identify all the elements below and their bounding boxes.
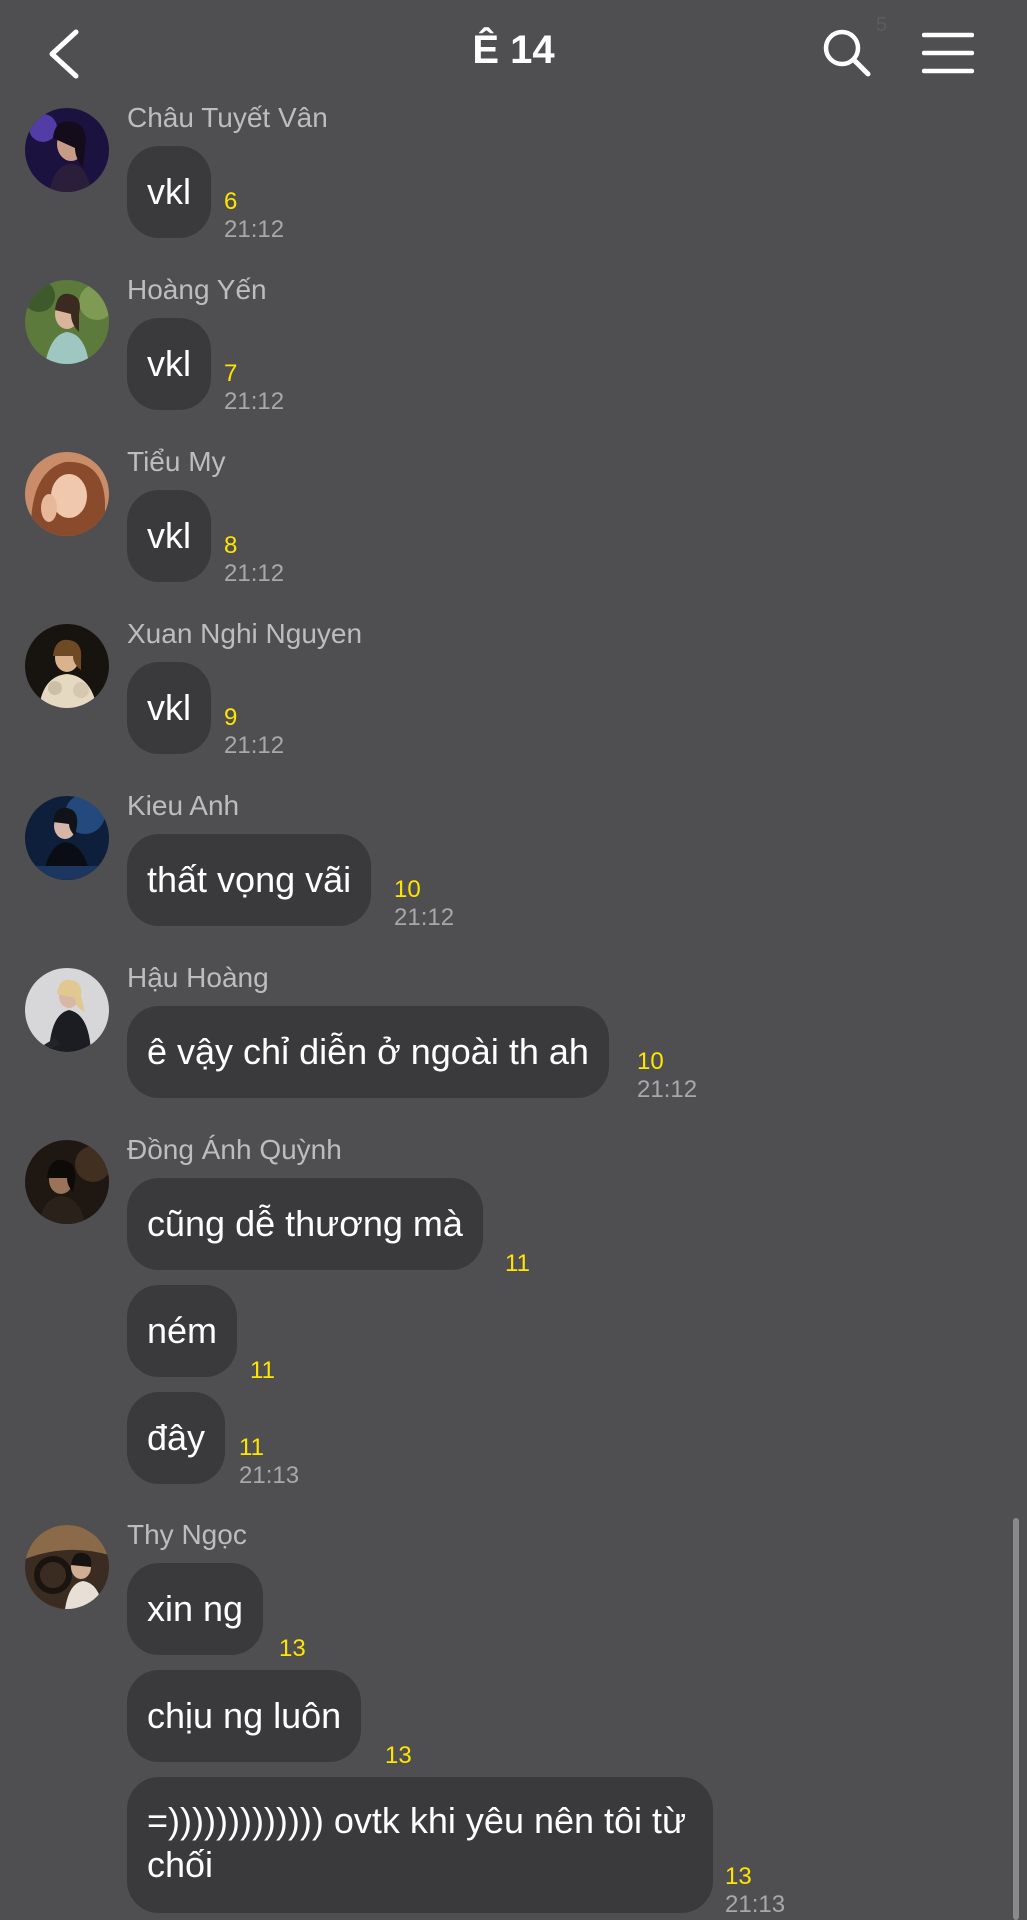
read-count: 11 — [250, 1357, 275, 1384]
header-overlap-text: 5 — [875, 14, 887, 36]
search-icon — [823, 29, 871, 77]
sender-name: Hoàng Yến — [127, 274, 267, 305]
avatar-photo — [25, 796, 109, 880]
message-bubble[interactable]: =))))))))))))) ovtk khi yêu nên tôi từ c… — [127, 1777, 713, 1913]
message-bubble[interactable]: vkl — [127, 318, 211, 410]
message-bubble[interactable]: vkl — [127, 146, 211, 238]
message-time: 21:12 — [224, 560, 285, 587]
back-button[interactable] — [44, 24, 104, 84]
sender-name: Kieu Anh — [127, 790, 240, 821]
avatar[interactable] — [25, 968, 109, 1052]
sender-name: Tiểu My — [127, 446, 226, 477]
avatar[interactable] — [25, 1525, 109, 1609]
read-count: 10 — [637, 1048, 664, 1075]
read-count: 13 — [385, 1742, 412, 1769]
message-bubble[interactable]: vkl — [127, 490, 211, 582]
sender-name: Châu Tuyết Vân — [127, 102, 328, 133]
avatar[interactable] — [25, 280, 109, 364]
sender-name: Xuan Nghi Nguyen — [127, 618, 363, 649]
sender-name: Đồng Ánh Quỳnh — [127, 1134, 342, 1165]
avatar-photo — [25, 1140, 109, 1224]
hamburger-menu-icon — [921, 32, 975, 74]
read-count: 7 — [224, 360, 238, 387]
message-time: 21:12 — [224, 388, 285, 415]
message-time: 21:12 — [394, 904, 455, 931]
message-bubble[interactable]: xin ng — [127, 1563, 264, 1655]
avatar-photo — [25, 968, 109, 1052]
avatar-photo — [25, 108, 109, 192]
scrollbar[interactable] — [1013, 1518, 1019, 1920]
avatar[interactable] — [25, 108, 109, 192]
sender-name: Thy Ngọc — [127, 1519, 247, 1550]
sender-name: Hậu Hoàng — [127, 962, 269, 993]
avatar[interactable] — [25, 624, 109, 708]
message-bubble[interactable]: cũng dễ thương mà — [127, 1178, 483, 1270]
search-button[interactable] — [822, 26, 872, 82]
read-count: 13 — [279, 1635, 306, 1662]
message-time: 21:13 — [239, 1462, 300, 1489]
message-time: 21:12 — [224, 732, 285, 759]
chat-header: 5 Ê 14 — [0, 0, 1027, 105]
read-count: 13 — [725, 1863, 752, 1890]
chat-title: Ê 14 — [472, 28, 555, 72]
message-bubble[interactable]: vkl — [127, 662, 211, 754]
read-count: 8 — [224, 532, 238, 559]
chevron-left-icon — [49, 29, 79, 79]
message-bubble[interactable]: ném — [127, 1285, 238, 1377]
message-bubble[interactable]: thất vọng vãi — [127, 834, 372, 926]
message-time: 21:13 — [725, 1891, 786, 1918]
avatar[interactable] — [25, 796, 109, 880]
read-count: 10 — [394, 876, 421, 903]
avatar[interactable] — [25, 1140, 109, 1224]
read-count: 6 — [224, 188, 238, 215]
avatar-photo — [25, 280, 109, 364]
message-bubble[interactable]: đây — [127, 1392, 226, 1484]
avatar-photo — [25, 624, 109, 708]
avatar-photo — [25, 452, 109, 536]
message-bubble[interactable]: ê vậy chỉ diễn ở ngoài th ah — [127, 1006, 609, 1098]
message-time: 21:12 — [224, 216, 285, 243]
avatar-photo — [25, 1525, 109, 1609]
avatar[interactable] — [25, 452, 109, 536]
message-bubble[interactable]: chịu ng luôn — [127, 1670, 362, 1762]
read-count: 9 — [224, 704, 238, 731]
read-count: 11 — [505, 1250, 530, 1277]
message-time: 21:12 — [637, 1076, 698, 1103]
read-count: 11 — [239, 1434, 264, 1461]
menu-button[interactable] — [921, 30, 975, 76]
